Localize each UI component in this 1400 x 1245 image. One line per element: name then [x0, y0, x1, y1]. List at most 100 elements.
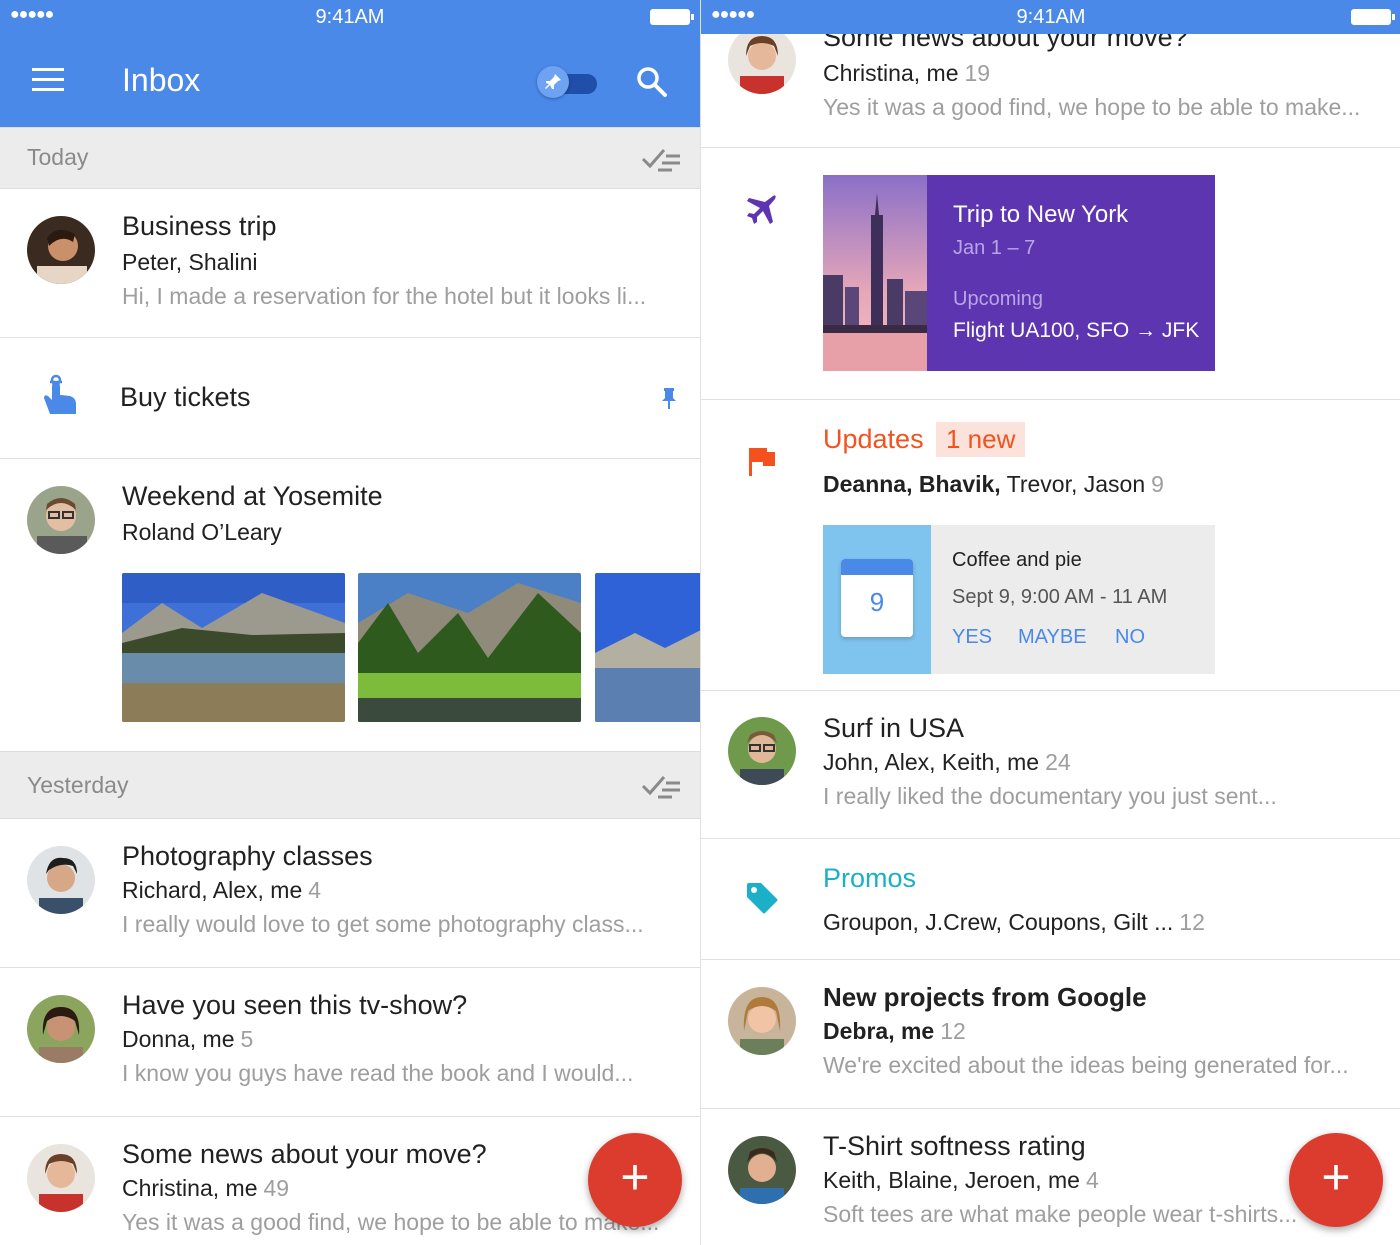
avatar: [27, 1144, 95, 1212]
flag-icon: [749, 446, 777, 476]
section-label: Today: [27, 144, 89, 170]
avatar: [728, 987, 796, 1055]
thread-count: 5: [240, 1026, 254, 1052]
email-senders: Peter, Shalini: [122, 249, 258, 275]
trip-dates: Jan 1 – 7: [953, 237, 1036, 259]
event-time: Sept 9, 9:00 AM - 11 AM: [952, 586, 1168, 608]
search-icon[interactable]: [634, 64, 670, 100]
email-subject: Photography classes: [122, 841, 373, 871]
email-subject: Surf in USA: [823, 713, 965, 743]
email-senders: Debra, me 12: [823, 1018, 966, 1044]
avatar: [27, 995, 95, 1063]
email-snippet: Soft tees are what make people wear t-sh…: [823, 1201, 1298, 1227]
rsvp-yes-button[interactable]: YES: [952, 626, 992, 649]
thread-count: 12: [940, 1018, 966, 1044]
finger-tied-string-icon: [40, 374, 80, 418]
airplane-icon: [743, 192, 779, 228]
email-senders: John, Alex, Keith, me 24: [823, 749, 1071, 775]
email-subject: Weekend at Yosemite: [122, 481, 383, 511]
email-surf-usa[interactable]: Surf in USA John, Alex, Keith, me 24 I re…: [701, 691, 1400, 839]
email-business-trip[interactable]: Business trip Peter, Shalini Hi, I made …: [0, 189, 700, 338]
battery-icon: [1351, 9, 1395, 25]
rsvp-maybe-button[interactable]: MAYBE: [1018, 626, 1087, 649]
calendar-day: 9: [869, 587, 885, 617]
email-snippet: I really liked the documentary you just …: [823, 783, 1277, 809]
avatar: [27, 216, 95, 284]
updates-bundle[interactable]: Updates 1 new Deanna, Bhavik, Trevor, Ja…: [701, 400, 1400, 691]
photo-attachment-valley[interactable]: [358, 573, 581, 722]
photo-attachment-lake[interactable]: [122, 573, 345, 722]
section-header-yesterday: Yesterday: [0, 751, 700, 819]
email-tv-show[interactable]: Have you seen this tv-show? Donna, me 5 I…: [0, 968, 700, 1117]
bundle-label: Updates: [823, 424, 924, 454]
promos-bundle[interactable]: Promos Groupon, J.Crew, Coupons, Gilt ..…: [701, 839, 1400, 960]
sweep-done-icon[interactable]: [640, 771, 684, 801]
email-senders: Roland O’Leary: [122, 519, 282, 545]
thread-count: 4: [1085, 1167, 1099, 1193]
trip-status: Upcoming: [953, 288, 1044, 310]
email-senders: Deanna, Bhavik, Trevor, Jason 9: [823, 471, 1164, 497]
avatar: [27, 846, 95, 914]
bundle-label: Promos: [823, 863, 917, 893]
email-senders: Groupon, J.Crew, Coupons, Gilt ... 12: [823, 909, 1205, 935]
app-title: Inbox: [122, 62, 201, 98]
email-subject: Business trip: [122, 211, 277, 241]
email-senders: Keith, Blaine, Jeroen, me 4: [823, 1167, 1099, 1193]
email-weekend-yosemite[interactable]: Weekend at Yosemite Roland O’Leary: [0, 459, 700, 751]
section-label: Yesterday: [27, 772, 129, 798]
email-senders: Donna, me 5: [122, 1026, 254, 1052]
calendar-invite-card[interactable]: 9 Coffee and pie Sept 9, 9:00 AM - 11 AM: [823, 525, 1215, 674]
email-snippet: I really would love to get some photogra…: [122, 911, 644, 937]
tag-icon: [745, 881, 779, 915]
email-senders: Christina, me 19: [823, 60, 991, 86]
email-snippet: Yes it was a good find, we hope to be ab…: [122, 1209, 660, 1235]
compose-button[interactable]: +: [1289, 1133, 1383, 1227]
sweep-done-icon[interactable]: [640, 144, 684, 174]
email-subject: New projects from Google: [823, 982, 1147, 1012]
thread-count: 4: [308, 877, 322, 903]
trip-bundle[interactable]: Trip to New York Jan 1 – 7 Upcoming Flig…: [701, 148, 1400, 400]
email-senders: Richard, Alex, me 4: [122, 877, 322, 903]
trip-card[interactable]: Trip to New York Jan 1 – 7 Upcoming Flig…: [823, 175, 1215, 371]
new-badge: 1 new: [936, 422, 1026, 457]
pin-icon[interactable]: [660, 388, 678, 410]
rsvp-no-button[interactable]: NO: [1115, 626, 1145, 649]
email-photography-classes[interactable]: Photography classes Richard, Alex, me 4 I…: [0, 819, 700, 968]
reminder-buy-tickets[interactable]: Buy tickets: [0, 338, 700, 459]
app-bar: Inbox: [0, 34, 700, 128]
thread-count: 24: [1045, 749, 1071, 775]
email-snippet: I know you guys have read the book and I…: [122, 1060, 634, 1086]
pinned-toggle[interactable]: [537, 66, 597, 98]
email-snippet: Yes it was a good find, we hope to be ab…: [823, 94, 1361, 120]
avatar: [27, 486, 95, 554]
event-title: Coffee and pie: [952, 549, 1082, 571]
photo-attachment-lake-2[interactable]: [595, 573, 700, 722]
compose-button[interactable]: +: [588, 1133, 682, 1227]
hamburger-menu-icon[interactable]: [32, 68, 64, 94]
battery-icon: [650, 9, 694, 25]
trip-flight: Flight UA100, SFO → JFK: [953, 319, 1200, 342]
email-snippet: Hi, I made a reservation for the hotel b…: [122, 283, 647, 309]
section-header-today: Today: [0, 127, 700, 189]
thread-count: 19: [964, 60, 991, 86]
reminder-title: Buy tickets: [120, 382, 251, 412]
status-bar: ●●●●● 9:41AM: [0, 0, 700, 34]
pin-icon: [537, 66, 569, 98]
status-time: 9:41AM: [315, 6, 385, 28]
calendar-icon: 9: [823, 525, 931, 674]
email-senders: Christina, me 49: [122, 1175, 290, 1201]
status-time: 9:41AM: [1016, 6, 1086, 28]
email-new-projects-google[interactable]: New projects from Google Debra, me 12 We'…: [701, 960, 1400, 1109]
thread-count: 9: [1151, 471, 1164, 497]
city-skyline-image: [823, 175, 927, 371]
email-snippet: We're excited about the ideas being gene…: [823, 1052, 1349, 1078]
thread-count: 49: [263, 1175, 290, 1201]
status-bar: ●●●●● 9:41AM: [701, 0, 1400, 34]
thread-count: 12: [1179, 909, 1205, 935]
email-subject: Have you seen this tv-show?: [122, 990, 468, 1020]
inbox-screen-right: Some news about your move? Christina, me…: [700, 0, 1400, 1245]
trip-title: Trip to New York: [953, 201, 1129, 228]
email-subject: T-Shirt softness rating: [823, 1131, 1086, 1161]
email-subject: Some news about your move?: [122, 1139, 487, 1169]
avatar: [728, 717, 796, 785]
